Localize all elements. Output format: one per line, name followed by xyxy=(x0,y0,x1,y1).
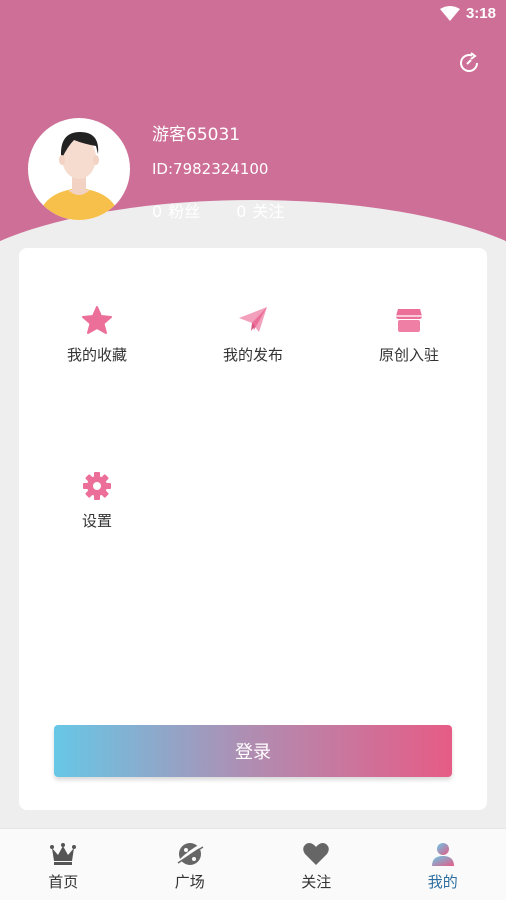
gear-icon xyxy=(83,472,111,500)
nav-item-square[interactable]: 广场 xyxy=(127,829,254,900)
fans-count: 0 xyxy=(152,202,163,221)
menu-item-original-creator[interactable]: 原创入驻 xyxy=(349,304,469,365)
nav-label: 关注 xyxy=(301,873,332,891)
planet-icon xyxy=(177,843,204,865)
menu-label: 我的收藏 xyxy=(66,346,127,364)
menu-card: 我的收藏 我的发布 原创入驻 设置 登录 xyxy=(19,248,487,810)
wifi-icon xyxy=(440,6,460,21)
crown-icon xyxy=(50,843,77,865)
avatar-illustration xyxy=(38,132,120,220)
bottom-nav: 首页 广场 关注 我的 xyxy=(0,828,506,900)
heart-icon xyxy=(303,843,330,865)
nav-label: 我的 xyxy=(427,873,458,891)
menu-label: 原创入驻 xyxy=(378,346,439,364)
fans-label: 粉丝 xyxy=(168,202,201,221)
menu-item-favorites[interactable]: 我的收藏 xyxy=(37,304,157,365)
status-time: 3:18 xyxy=(465,5,496,22)
following-label: 关注 xyxy=(252,202,285,221)
user-icon xyxy=(431,843,454,866)
login-button[interactable]: 登录 xyxy=(54,725,452,777)
menu-label: 设置 xyxy=(81,512,112,530)
nav-item-following[interactable]: 关注 xyxy=(253,829,380,900)
menu-label: 我的发布 xyxy=(222,346,283,364)
nav-label: 首页 xyxy=(48,873,79,891)
following-count: 0 xyxy=(236,202,247,221)
username: 游客65031 xyxy=(152,125,241,145)
nav-item-home[interactable]: 首页 xyxy=(0,829,127,900)
store-icon xyxy=(396,309,422,332)
status-bar: 3:18 xyxy=(0,0,506,28)
user-id: ID:7982324100 xyxy=(152,160,269,178)
paper-plane-icon xyxy=(239,307,267,332)
refresh-icon[interactable] xyxy=(457,51,481,75)
menu-item-my-posts[interactable]: 我的发布 xyxy=(193,304,313,365)
nav-item-mine[interactable]: 我的 xyxy=(380,829,506,900)
profile-stats: 0 粉丝 0 关注 xyxy=(152,198,290,222)
star-icon xyxy=(82,306,112,334)
avatar[interactable] xyxy=(28,118,130,220)
fans-stat[interactable]: 0 粉丝 xyxy=(152,198,206,222)
menu-item-settings[interactable]: 设置 xyxy=(37,470,157,531)
nav-label: 广场 xyxy=(174,873,205,891)
following-stat[interactable]: 0 关注 xyxy=(236,198,290,222)
